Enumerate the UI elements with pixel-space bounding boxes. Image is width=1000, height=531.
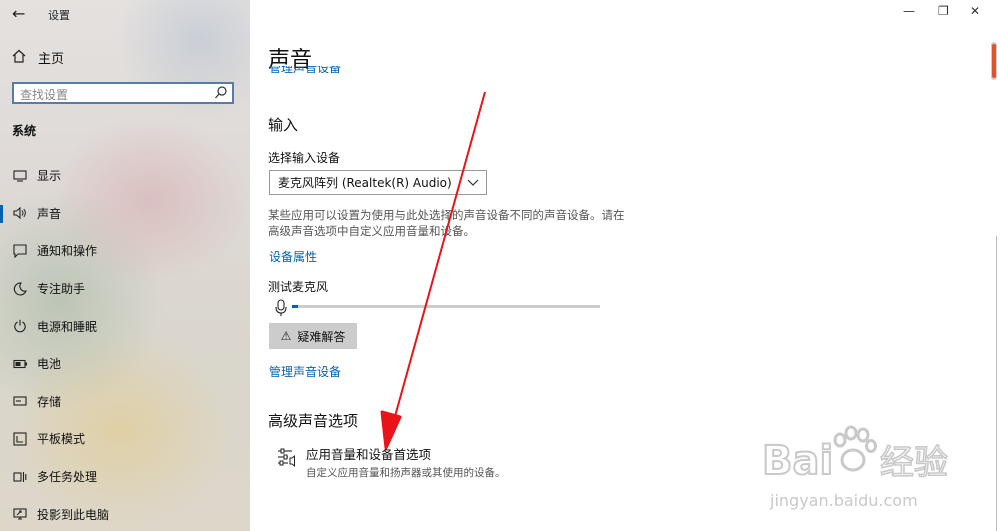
microphone-level-meter (292, 305, 600, 308)
sidebar-item-label: 专注助手 (37, 282, 86, 297)
sidebar-item-label: 显示 (37, 169, 62, 184)
sidebar-item-home[interactable]: 主页 (12, 48, 64, 67)
search-box[interactable] (12, 82, 234, 104)
microphone-level-fill (292, 305, 299, 308)
warning-icon: ⚠ (280, 329, 292, 343)
sidebar-item-display[interactable]: 显示 (0, 157, 250, 195)
scrollbar-track (996, 236, 997, 531)
sidebar-item-multitasking[interactable]: 多任务处理 (0, 458, 250, 496)
home-icon (12, 49, 32, 67)
sidebar-item-label: 通知和操作 (37, 244, 98, 259)
moon-icon (12, 281, 28, 297)
sidebar-item-notifications[interactable]: 通知和操作 (0, 232, 250, 270)
sidebar-item-battery[interactable]: 电池 (0, 345, 250, 383)
section-title: 系统 (12, 124, 37, 138)
test-microphone-label: 测试麦克风 (268, 280, 329, 294)
sidebar-item-project-to-pc[interactable]: 投影到此电脑 (0, 495, 250, 531)
device-properties-link[interactable]: 设备属性 (269, 248, 317, 265)
advanced-item-description: 自定义应用音量和扬声器或其使用的设备。 (306, 467, 506, 479)
back-arrow-icon[interactable]: ← (12, 4, 25, 23)
project-icon (12, 506, 28, 522)
sidebar-item-sound[interactable]: 声音 (0, 195, 250, 233)
sidebar-item-label: 电源和睡眠 (37, 319, 98, 334)
sidebar-item-tablet-mode[interactable]: 平板模式 (0, 420, 250, 458)
input-device-dropdown[interactable]: 麦克风阵列 (Realtek(R) Audio) (269, 170, 487, 195)
notification-icon (12, 243, 28, 259)
sidebar-item-storage[interactable]: 存储 (0, 383, 250, 421)
sidebar-item-label: 平板模式 (37, 432, 86, 447)
app-title: 设置 (48, 9, 70, 22)
app-volume-device-preferences[interactable]: 应用音量和设备首选项 自定义应用音量和扬声器或其使用的设备。 (276, 444, 506, 480)
sidebar-item-label: 声音 (37, 206, 62, 221)
advanced-sound-options-heading: 高级声音选项 (268, 412, 359, 430)
watermark-url: jingyan.baidu.com (769, 491, 918, 510)
search-input[interactable] (14, 86, 210, 104)
sidebar-item-label: 电池 (37, 357, 62, 372)
sidebar-item-label: 主页 (38, 52, 65, 67)
tablet-icon (12, 431, 28, 447)
sidebar: ← 设置 主页 系统 显示 声音 通知和操作 专注助手 电源和睡眠 (0, 0, 250, 531)
sidebar-item-focus-assist[interactable]: 专注助手 (0, 270, 250, 308)
watermark-brand-cn: 经验 (880, 443, 948, 483)
advanced-item-title: 应用音量和设备首选项 (306, 447, 432, 462)
microphone-icon (275, 299, 287, 316)
baidu-jingyan-watermark: Bai 经验 jingyan.baidu.com (758, 418, 958, 514)
manage-sound-devices-link-clipped[interactable]: 管理声音设备 (269, 66, 341, 78)
main-scrollbar[interactable] (989, 36, 997, 531)
input-device-description: 某些应用可以设置为使用与此处选择的声音设备不同的声音设备。请在高级声音选项中自定… (268, 208, 625, 238)
link-text: 管理声音设备 (269, 66, 342, 75)
select-input-device-label: 选择输入设备 (268, 151, 341, 165)
battery-icon (12, 356, 28, 372)
scrollbar-thumb[interactable] (991, 42, 997, 80)
chevron-down-icon (467, 179, 479, 186)
troubleshoot-label: 疑难解答 (297, 329, 346, 344)
speaker-icon (12, 205, 28, 221)
manage-sound-devices-link[interactable]: 管理声音设备 (269, 363, 341, 380)
multitask-icon (12, 469, 28, 485)
sidebar-item-label: 存储 (37, 394, 62, 409)
display-icon (12, 168, 28, 184)
storage-icon (12, 393, 28, 409)
troubleshoot-button[interactable]: ⚠ 疑难解答 (269, 323, 357, 349)
input-heading: 输入 (268, 116, 299, 134)
sidebar-nav: 显示 声音 通知和操作 专注助手 电源和睡眠 电池 存储 平板模式 多任务处理 … (0, 157, 250, 531)
watermark-brand: Bai (762, 438, 833, 484)
power-icon (12, 318, 28, 334)
dropdown-value: 麦克风阵列 (Realtek(R) Audio) (278, 176, 452, 190)
sidebar-item-label: 投影到此电脑 (37, 507, 110, 522)
sidebar-item-label: 多任务处理 (37, 470, 98, 485)
mixer-sliders-icon (278, 448, 295, 468)
search-icon[interactable] (214, 85, 228, 101)
sidebar-item-power[interactable]: 电源和睡眠 (0, 307, 250, 345)
